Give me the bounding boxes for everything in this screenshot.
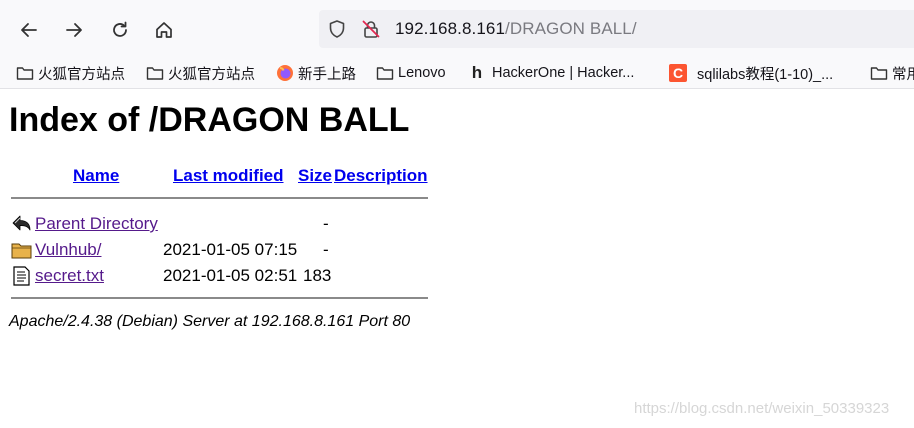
hackerone-icon: h [471,63,483,82]
divider [11,197,428,199]
bookmark-item[interactable]: 常用 [870,58,914,88]
bookmark-item[interactable]: Lenovo [376,58,446,88]
bookmark-label: 新手上路 [298,66,356,83]
row-size: 183 [303,266,332,285]
url-host: 192.168.8.161 [395,19,506,38]
bookmark-item[interactable]: 火狐官方站点 [146,58,255,88]
bookmark-label: Lenovo [398,65,446,81]
vulnhub-folder-link[interactable]: Vulnhub/ [35,240,101,260]
reload-button[interactable] [104,14,136,46]
shield-icon[interactable] [327,19,347,39]
address-bar[interactable]: 192.168.8.161/DRAGON BALL/ [319,10,914,48]
bookmark-item[interactable]: h HackerOne | Hacker... [470,58,635,88]
row-size: - [323,214,329,233]
watermark: https://blog.csdn.net/weixin_50339323 [634,400,890,417]
folder-icon [146,64,164,82]
column-header-size[interactable]: Size [298,166,332,186]
reload-icon [113,21,127,37]
back-button[interactable] [13,14,45,46]
server-signature: Apache/2.4.38 (Debian) Server at 192.168… [9,313,411,330]
bookmarks-toolbar: 火狐官方站点 火狐官方站点 新手上路 Lenovo h HackerOne | … [0,58,914,89]
folder-icon[interactable] [11,240,32,260]
parent-directory-link[interactable]: Parent Directory [35,214,158,234]
column-header-description[interactable]: Description [334,166,428,186]
bookmark-label: 火狐官方站点 [38,66,125,83]
forward-arrow-icon [66,23,82,37]
bookmark-item[interactable]: C sqlilabs教程(1-10)_... [669,58,833,88]
back-arrow-icon[interactable] [11,213,32,233]
forward-button[interactable] [58,14,90,46]
home-icon [156,22,172,38]
csdn-icon: C [669,64,687,82]
row-size: - [323,240,329,259]
row-last-modified: 2021-01-05 07:15 [163,240,298,259]
folder-icon [376,64,394,82]
secret-txt-link[interactable]: secret.txt [35,266,104,286]
bookmark-label: HackerOne | Hacker... [492,65,635,81]
column-header-last-modified[interactable]: Last modified [173,166,284,186]
browser-toolbar: 192.168.8.161/DRAGON BALL/ [0,0,914,58]
firefox-icon [276,64,294,82]
bookmark-item[interactable]: 新手上路 [276,58,356,88]
bookmark-label: sqlilabs教程(1-10)_... [697,66,834,83]
row-last-modified: 2021-01-05 02:51 [163,266,298,285]
column-header-name[interactable]: Name [73,166,119,186]
back-arrow-icon [21,23,37,37]
bookmark-label: 火狐官方站点 [168,66,255,83]
divider [11,297,428,299]
bookmark-item[interactable]: 火狐官方站点 [16,58,125,88]
insecure-lock-icon[interactable] [361,19,381,39]
folder-icon [16,64,34,82]
bookmark-label: 常用 [892,66,914,83]
text-file-icon[interactable] [11,266,32,286]
home-button[interactable] [148,14,180,46]
folder-icon [870,64,888,82]
url-path: /DRAGON BALL/ [505,19,637,38]
url-text[interactable]: 192.168.8.161/DRAGON BALL/ [395,19,637,39]
page-title: Index of /DRAGON BALL [9,101,410,139]
